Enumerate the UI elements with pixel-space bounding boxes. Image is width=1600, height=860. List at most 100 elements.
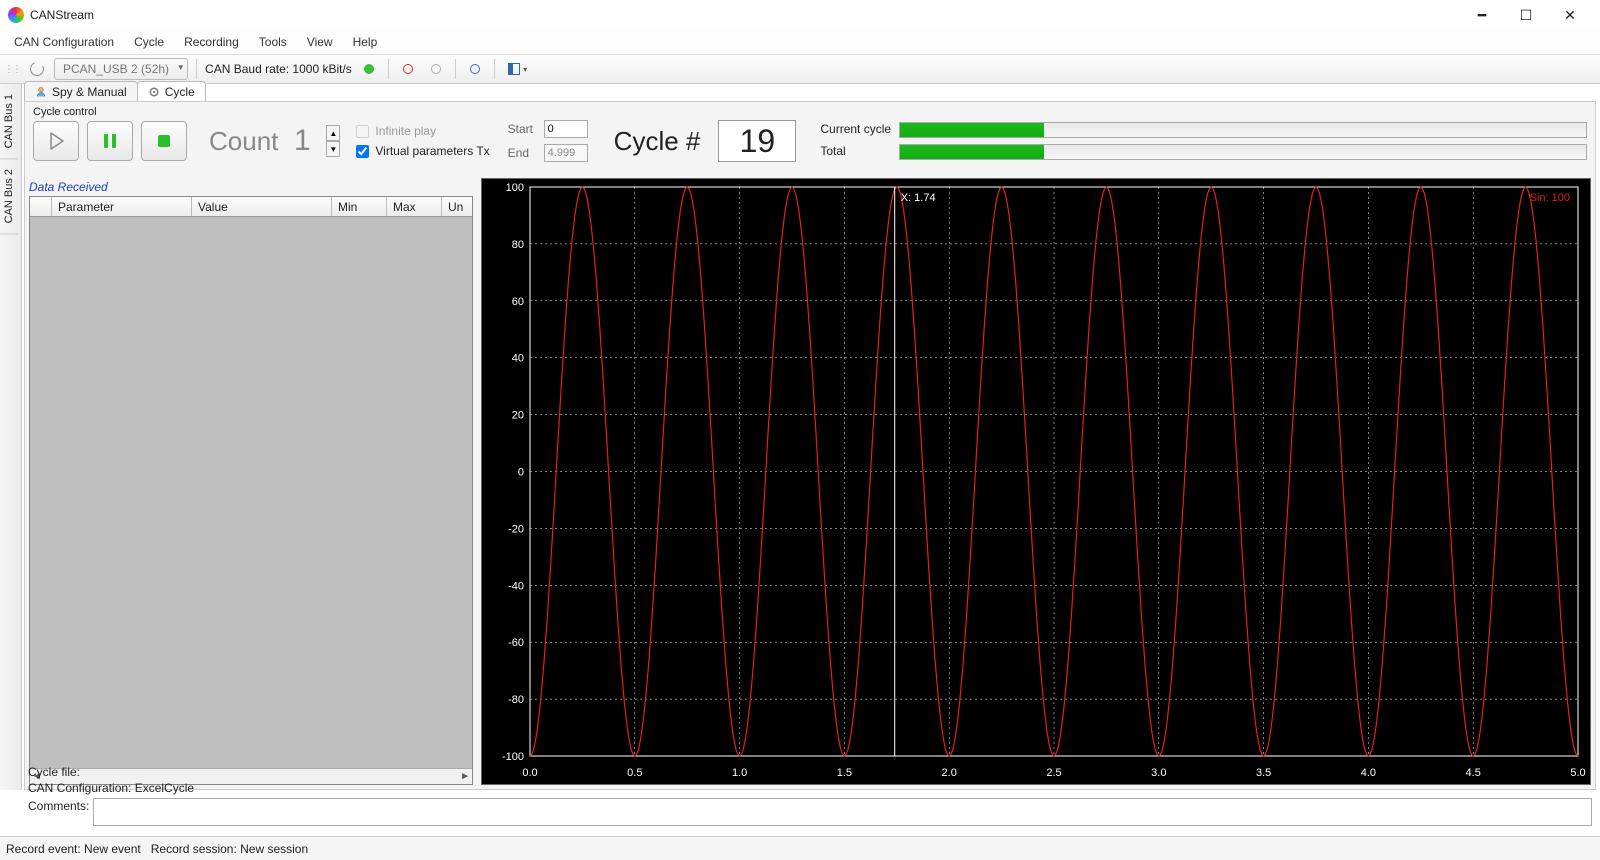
total-progress <box>899 144 1587 160</box>
svg-text:80: 80 <box>512 239 524 251</box>
grid-header: Parameter Value Min Max Un <box>30 197 472 217</box>
infinite-play-label: Infinite play <box>375 124 436 138</box>
refresh-icon <box>28 60 46 78</box>
toolbar: ⋮⋮ PCAN_USB 2 (52h) CAN Baud rate: 1000 … <box>0 54 1600 84</box>
menu-can-configuration[interactable]: CAN Configuration <box>4 32 124 52</box>
svg-text:40: 40 <box>512 353 524 365</box>
toolbar-sep-1 <box>196 59 197 79</box>
maximize-button[interactable]: ☐ <box>1504 1 1548 29</box>
chart-svg: 0.00.51.01.52.02.53.03.54.04.55.0-100-80… <box>482 179 1590 784</box>
svg-text:-100: -100 <box>502 751 524 763</box>
target-icon <box>470 64 480 74</box>
toolbar-sep-4 <box>494 59 495 79</box>
virtual-params-input[interactable] <box>356 145 369 158</box>
grid-header-unit[interactable]: Un <box>442 197 472 216</box>
svg-text:60: 60 <box>512 296 524 308</box>
count-down[interactable]: ▼ <box>326 141 340 157</box>
record-disabled-button[interactable] <box>425 58 447 80</box>
svg-text:-40: -40 <box>508 580 524 592</box>
count-up[interactable]: ▲ <box>326 125 340 141</box>
window-title: CANStream <box>30 8 94 22</box>
count-label: Count <box>209 126 278 157</box>
cycle-number-value: 19 <box>718 120 796 162</box>
stop-button[interactable] <box>141 121 187 161</box>
end-label: End <box>508 146 538 160</box>
svg-text:-60: -60 <box>508 637 524 649</box>
comments-label: Comments: <box>28 798 89 814</box>
svg-text:Sin: 100: Sin: 100 <box>1530 192 1570 204</box>
menu-help[interactable]: Help <box>343 32 388 52</box>
start-label: Start <box>508 122 538 136</box>
data-grid[interactable]: Parameter Value Min Max Un ◄► <box>29 196 473 785</box>
infinite-play-checkbox[interactable]: Infinite play <box>356 124 489 138</box>
tab-cycle-label: Cycle <box>165 85 195 99</box>
virtual-params-checkbox[interactable]: Virtual parameters Tx <box>356 144 489 158</box>
grid-header-value[interactable]: Value <box>192 197 332 216</box>
cycle-number-label: Cycle # <box>614 126 701 157</box>
play-icon <box>45 130 67 152</box>
grid-header-blank[interactable] <box>30 197 52 216</box>
chart[interactable]: 0.00.51.01.52.02.53.03.54.04.55.0-100-80… <box>481 178 1591 785</box>
toolbar-sep-3 <box>455 59 456 79</box>
svg-text:X: 1.74: X: 1.74 <box>901 192 936 204</box>
refresh-button[interactable] <box>26 58 48 80</box>
data-received-heading: Data Received <box>29 178 473 196</box>
record-icon <box>403 64 413 74</box>
svg-text:0: 0 <box>518 467 524 479</box>
record-grey-icon <box>431 64 441 74</box>
record-button[interactable] <box>397 58 419 80</box>
tab-cycle[interactable]: Cycle <box>137 81 206 102</box>
menu-tools[interactable]: Tools <box>249 32 297 52</box>
baud-rate-label: CAN Baud rate: 1000 kBit/s <box>205 62 352 76</box>
device-combo[interactable]: PCAN_USB 2 (52h) <box>54 58 188 80</box>
comments-input[interactable] <box>93 798 1592 826</box>
count-spinner[interactable]: ▲ ▼ <box>326 125 340 157</box>
vtab-can-bus-2[interactable]: CAN Bus 2 <box>0 159 18 234</box>
menu-cycle[interactable]: Cycle <box>124 32 174 52</box>
spy-icon <box>35 86 47 98</box>
start-input[interactable] <box>544 120 588 138</box>
svg-text:-20: -20 <box>508 523 524 535</box>
window-controls: ━ ☐ ✕ <box>1460 1 1592 29</box>
toolbar-sep-2 <box>388 59 389 79</box>
minimize-button[interactable]: ━ <box>1460 1 1504 29</box>
status-session: Record session: New session <box>151 842 308 856</box>
infinite-play-input[interactable] <box>356 125 369 138</box>
status-led-button[interactable] <box>358 58 380 80</box>
grid-header-min[interactable]: Min <box>332 197 387 216</box>
tab-spy-label: Spy & Manual <box>52 85 127 99</box>
data-received-pane: Data Received Parameter Value Min Max Un… <box>29 178 473 785</box>
grid-header-max[interactable]: Max <box>387 197 442 216</box>
current-progress <box>899 122 1587 138</box>
menu-recording[interactable]: Recording <box>174 32 249 52</box>
tab-spy-manual[interactable]: Spy & Manual <box>24 81 138 102</box>
menubar: CAN Configuration Cycle Recording Tools … <box>0 30 1600 54</box>
grid-header-parameter[interactable]: Parameter <box>52 197 192 216</box>
close-button[interactable]: ✕ <box>1548 1 1592 29</box>
total-label: Total <box>820 144 891 158</box>
menu-view[interactable]: View <box>297 32 343 52</box>
svg-text:100: 100 <box>506 182 524 194</box>
titlebar: CANStream ━ ☐ ✕ <box>0 0 1600 30</box>
play-button[interactable] <box>33 121 79 161</box>
lower-split: Data Received Parameter Value Min Max Un… <box>29 178 1591 785</box>
vertical-tabs: CAN Bus 1 CAN Bus 2 <box>0 84 22 790</box>
footer-info: Cycle file: CAN Configuration: ExcelCycl… <box>28 764 1592 826</box>
end-input[interactable] <box>544 144 588 162</box>
layout-button[interactable]: ▾ <box>503 58 533 80</box>
current-cycle-label: Current cycle <box>820 122 891 136</box>
app-icon <box>8 7 24 23</box>
cycle-file-label: Cycle file: <box>28 764 1592 780</box>
pause-icon <box>99 130 121 152</box>
gear-icon <box>148 86 160 98</box>
target-button[interactable] <box>464 58 486 80</box>
vtab-can-bus-1[interactable]: CAN Bus 1 <box>0 84 18 159</box>
layout-icon <box>508 63 520 75</box>
pause-button[interactable] <box>87 121 133 161</box>
toolbar-handle: ⋮⋮ <box>4 64 20 75</box>
can-config-label: CAN Configuration: ExcelCycle <box>28 780 1592 796</box>
stop-icon <box>153 130 175 152</box>
status-event: Record event: New event <box>6 842 141 856</box>
cycle-control-label: Cycle control <box>33 106 1587 118</box>
green-dot-icon <box>364 64 374 74</box>
